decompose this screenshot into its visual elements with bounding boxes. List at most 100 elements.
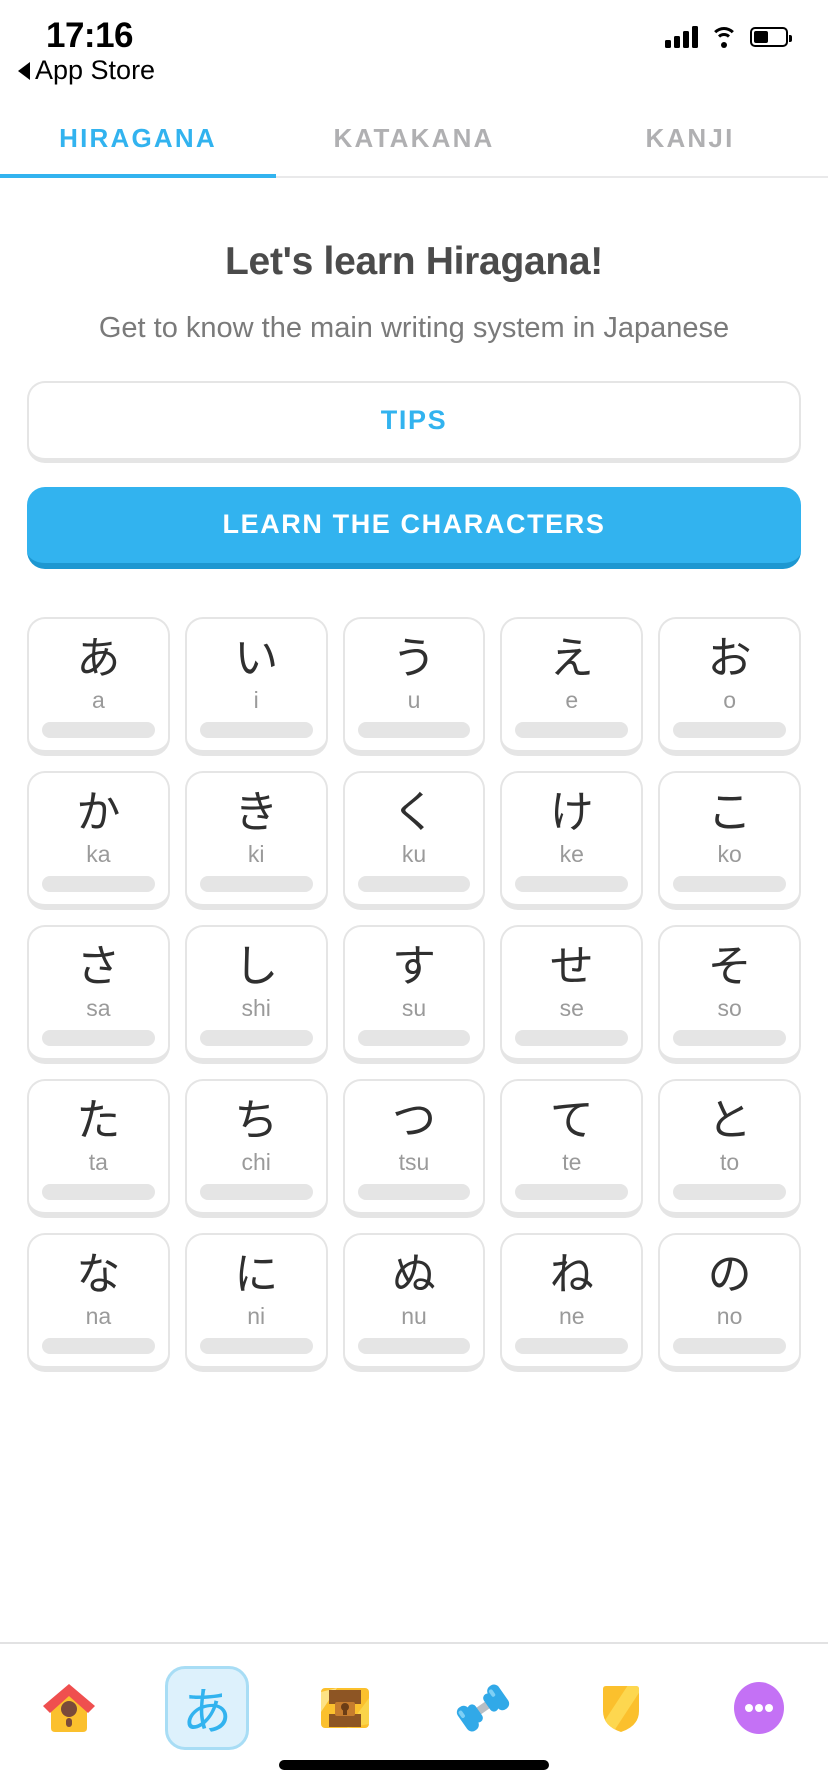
character-card[interactable]: に ni	[184, 1232, 328, 1372]
tabbar-item-practice[interactable]	[414, 1666, 552, 1750]
page-title: Let's learn Hiragana!	[225, 240, 603, 283]
character-kana: し	[234, 940, 279, 992]
character-kana: せ	[549, 940, 594, 992]
character-kana: い	[234, 632, 279, 684]
home-indicator	[279, 1760, 549, 1770]
character-romaji: tsu	[398, 1149, 430, 1176]
character-progress-bar	[515, 875, 629, 892]
dumbbell-icon	[441, 1666, 525, 1750]
tab-hiragana[interactable]: HIRAGANA	[0, 100, 276, 178]
character-kana: ち	[234, 1094, 279, 1146]
character-progress-bar	[199, 875, 313, 892]
character-kana: こ	[707, 786, 752, 838]
script-tabs: HIRAGANA KATAKANA KANJI	[0, 100, 828, 178]
character-romaji: te	[562, 1149, 582, 1176]
character-card[interactable]: と to	[658, 1078, 801, 1218]
character-card[interactable]: き ki	[184, 770, 328, 910]
character-romaji: to	[720, 1149, 740, 1176]
tabbar-item-more[interactable]	[690, 1666, 828, 1750]
learn-the-characters-button[interactable]: LEARN THE CHARACTERS	[27, 486, 801, 569]
character-kana: え	[549, 632, 594, 684]
character-card[interactable]: あa	[27, 616, 170, 756]
character-card[interactable]: えe	[500, 616, 644, 756]
character-card[interactable]: て te	[500, 1078, 644, 1218]
character-kana: て	[549, 1094, 594, 1146]
shield-icon	[579, 1666, 663, 1750]
character-progress-bar	[357, 721, 471, 738]
character-card[interactable]: ね ne	[500, 1232, 644, 1372]
character-progress-bar	[515, 1337, 629, 1354]
character-romaji: shi	[241, 995, 271, 1022]
character-romaji: se	[559, 995, 584, 1022]
character-kana: あ	[76, 632, 121, 684]
character-card[interactable]: な na	[27, 1232, 170, 1372]
character-card[interactable]: おo	[658, 616, 801, 756]
character-kana: な	[76, 1248, 121, 1300]
character-card[interactable]: こ ko	[658, 770, 801, 910]
character-card[interactable]: うu	[342, 616, 486, 756]
character-card[interactable]: つ tsu	[342, 1078, 486, 1218]
character-card[interactable]: し shi	[184, 924, 328, 1064]
hiragana-a-glyph: あ	[182, 1683, 232, 1741]
character-romaji: ne	[558, 1303, 585, 1330]
character-progress-bar	[673, 1337, 786, 1354]
character-progress-bar	[42, 1183, 155, 1200]
character-progress-bar	[673, 1183, 786, 1200]
status-time: 17:16	[46, 16, 134, 55]
character-progress-bar	[357, 875, 471, 892]
back-label: App Store	[35, 55, 156, 85]
character-progress-bar	[357, 1029, 471, 1046]
tabbar-item-chest[interactable]	[276, 1666, 414, 1750]
character-romaji: ta	[88, 1149, 108, 1176]
tabbar-item-achievements[interactable]	[552, 1666, 690, 1750]
tabbar-item-alphabet[interactable]: あ	[138, 1666, 276, 1750]
back-to-app-store-link[interactable]: App Store	[18, 55, 155, 86]
tabbar-item-home[interactable]	[0, 1666, 138, 1750]
treasure-chest-icon	[303, 1666, 387, 1750]
character-grid: あ a い i う u え e お o か ka き ki く ku け ke こ ko さ sa し shi す su せ se そ s…	[27, 616, 801, 1372]
character-progress-bar	[673, 721, 786, 738]
character-card[interactable]: さ sa	[27, 924, 170, 1064]
character-progress-bar	[673, 875, 786, 892]
character-card[interactable]: ぬ nu	[342, 1232, 486, 1372]
character-progress-bar	[42, 875, 155, 892]
character-romaji: nu	[401, 1303, 427, 1330]
character-card[interactable]: の no	[658, 1232, 801, 1372]
character-card[interactable]: いi	[184, 616, 328, 756]
hiragana-a-icon: あ	[165, 1666, 249, 1750]
character-romaji: su	[401, 995, 427, 1022]
character-card[interactable]: す su	[342, 924, 486, 1064]
character-card[interactable]: そ so	[658, 924, 801, 1064]
status-indicators	[665, 26, 792, 48]
character-progress-bar	[357, 1337, 471, 1354]
battery-icon	[750, 27, 792, 47]
character-romaji: ku	[401, 841, 427, 868]
status-bar: 17:16 App Store	[0, 0, 828, 100]
character-progress-bar	[42, 1029, 155, 1046]
character-romaji: ke	[559, 841, 584, 868]
character-card[interactable]: せ se	[500, 924, 644, 1064]
character-progress-bar	[199, 1183, 313, 1200]
character-romaji: no	[716, 1303, 743, 1330]
character-romaji: sa	[86, 995, 111, 1022]
character-kana: く	[391, 786, 436, 838]
character-kana: に	[234, 1248, 279, 1300]
tab-kanji[interactable]: KANJI	[552, 100, 828, 176]
birdhouse-home-icon	[27, 1666, 111, 1750]
character-progress-bar	[42, 1337, 155, 1354]
character-card[interactable]: く ku	[342, 770, 486, 910]
character-progress-bar	[42, 721, 155, 738]
wifi-icon	[710, 26, 738, 48]
character-kana: の	[707, 1248, 752, 1300]
character-kana: つ	[391, 1094, 436, 1146]
character-card[interactable]: け ke	[500, 770, 644, 910]
character-romaji: o	[723, 687, 736, 714]
tips-button[interactable]: TIPS	[27, 380, 801, 463]
character-card[interactable]: か ka	[27, 770, 170, 910]
cellular-signal-icon	[665, 26, 698, 48]
character-romaji: ki	[247, 841, 265, 868]
character-card[interactable]: た ta	[27, 1078, 170, 1218]
character-progress-bar	[673, 1029, 786, 1046]
character-card[interactable]: ち chi	[184, 1078, 328, 1218]
tab-katakana[interactable]: KATAKANA	[276, 100, 552, 176]
